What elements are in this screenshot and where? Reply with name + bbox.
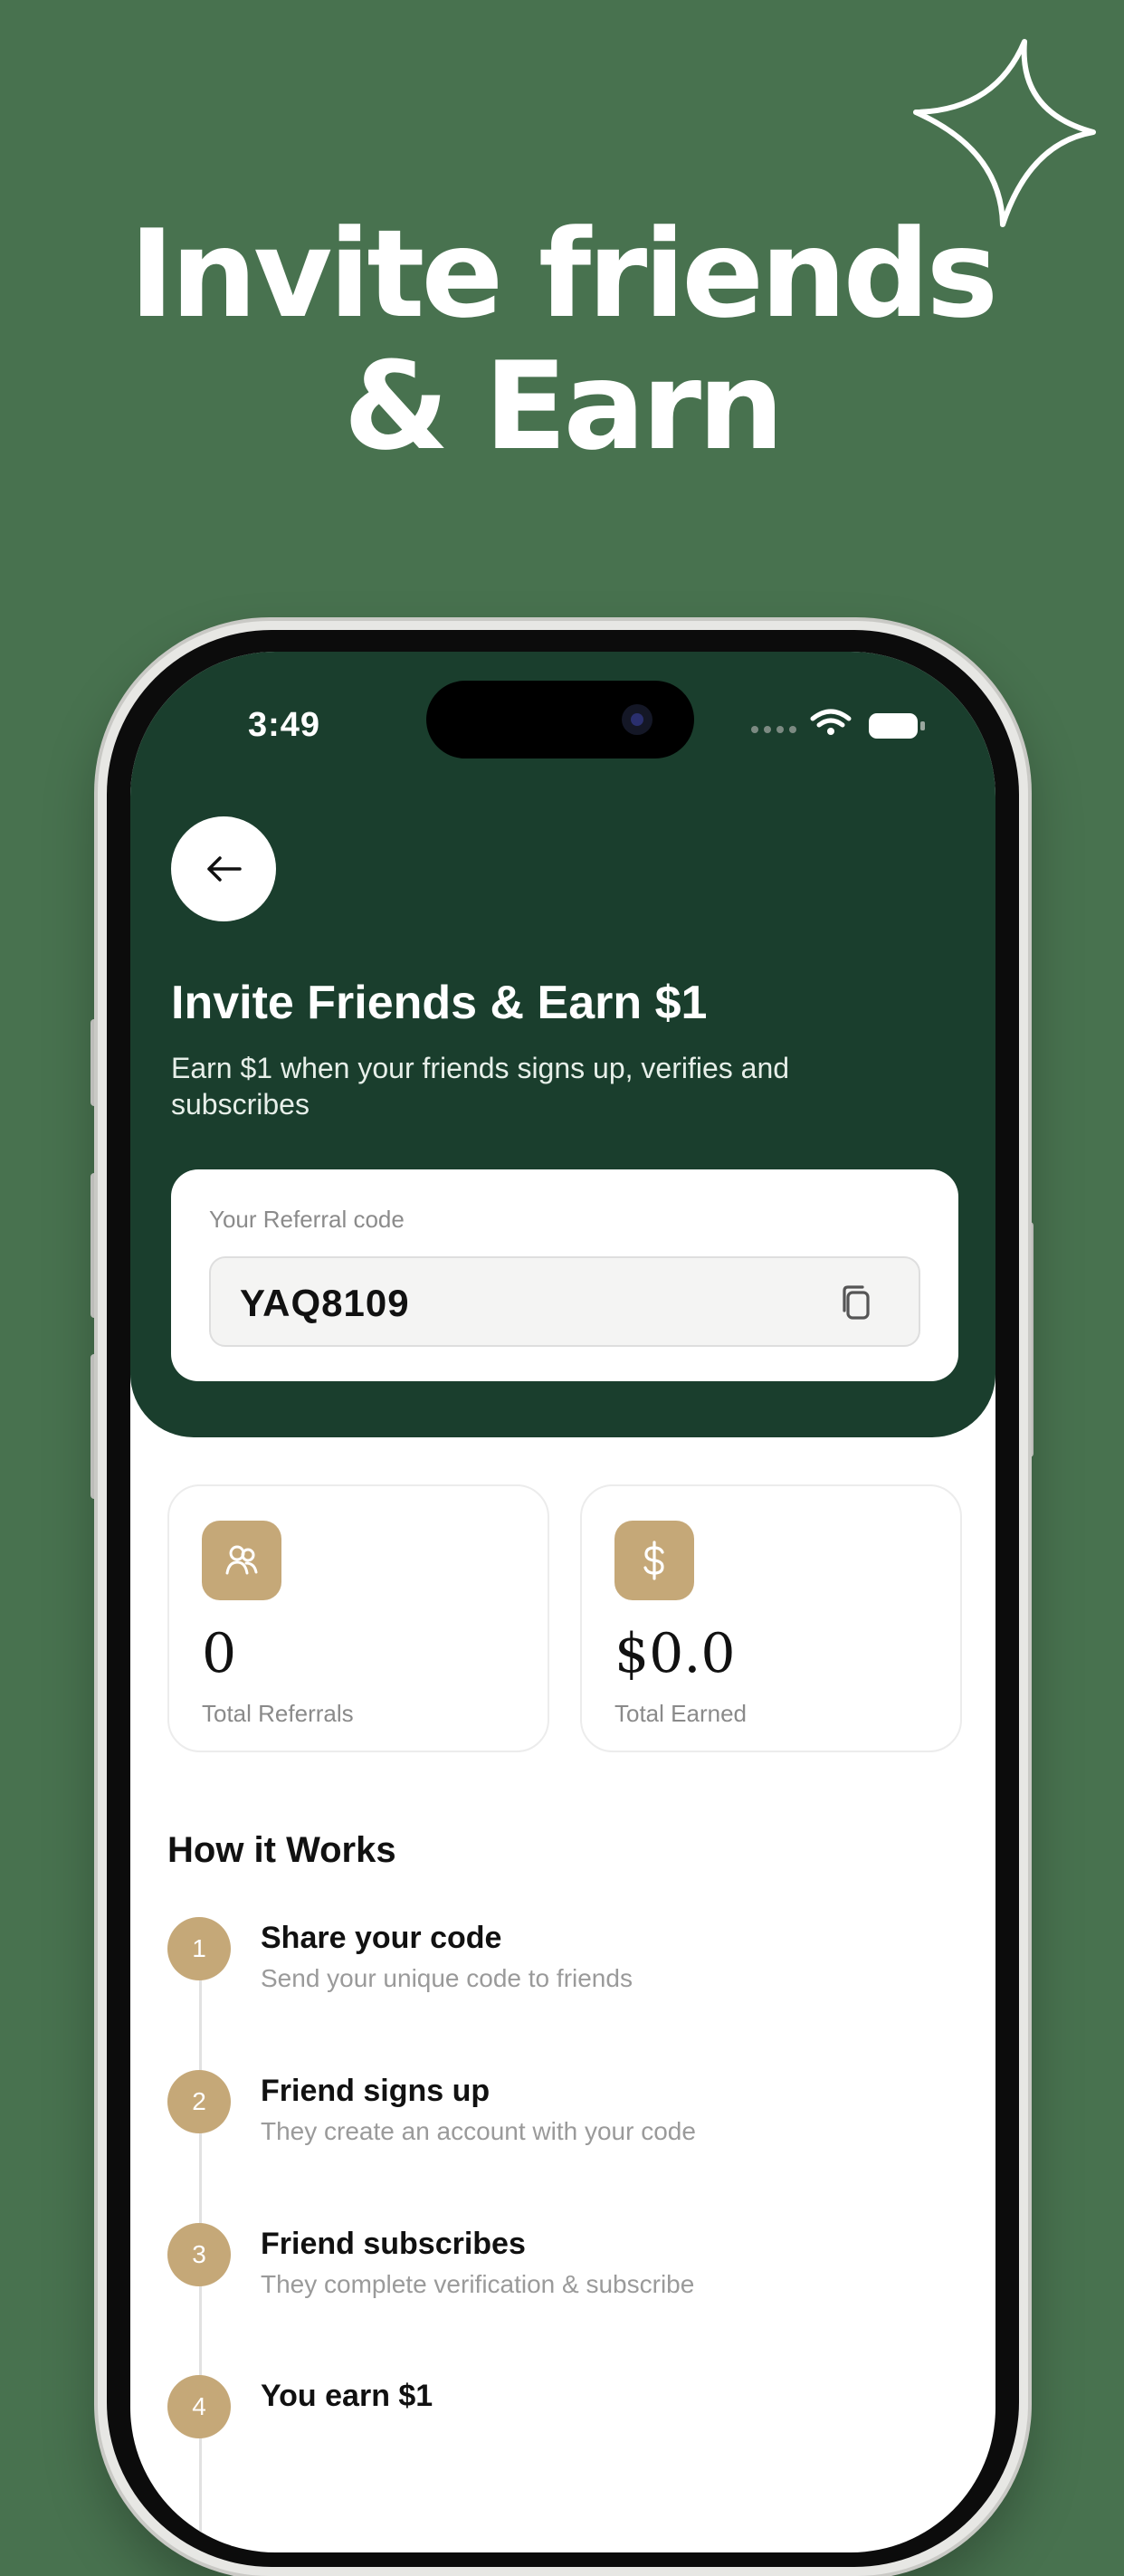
total-referrals-label: Total Referrals xyxy=(202,1700,354,1727)
step-item: 2 Friend signs up They create an account… xyxy=(167,2070,946,2179)
how-it-works-title: How it Works xyxy=(167,1830,396,1870)
referral-code-field: YAQ8109 xyxy=(209,1256,920,1347)
signal-icon xyxy=(751,726,796,733)
stat-card-referrals: 0 Total Referrals xyxy=(167,1484,549,1752)
back-button[interactable] xyxy=(171,816,276,921)
phone-volume-down-button xyxy=(90,1354,98,1499)
users-icon xyxy=(202,1521,281,1600)
step-title: Share your code xyxy=(261,1921,502,1955)
step-number: 3 xyxy=(167,2223,231,2286)
step-item: 3 Friend subscribes They complete verifi… xyxy=(167,2223,946,2332)
wifi-icon xyxy=(810,709,852,728)
promo-headline-line2: & Earn xyxy=(343,336,785,477)
phone-action-button xyxy=(90,1019,98,1106)
status-time: 3:49 xyxy=(248,706,321,744)
promo-headline: Invite friends & Earn xyxy=(0,208,1124,472)
dollar-icon xyxy=(614,1521,694,1600)
step-item: 4 You earn $1 xyxy=(167,2375,946,2484)
step-title: Friend subscribes xyxy=(261,2227,526,2261)
total-referrals-value: 0 xyxy=(202,1622,237,1685)
step-title: You earn $1 xyxy=(261,2379,433,2413)
step-description: Send your unique code to friends xyxy=(261,1964,633,1992)
step-title: Friend signs up xyxy=(261,2074,491,2108)
sparkle-icon xyxy=(913,39,1096,227)
stat-card-earned: $0.0 Total Earned xyxy=(580,1484,962,1752)
battery-icon xyxy=(869,713,925,739)
dynamic-island xyxy=(426,681,694,758)
page-title: Invite Friends & Earn $1 xyxy=(171,977,708,1029)
step-description: They complete verification & subscribe xyxy=(261,2270,695,2298)
status-icons xyxy=(751,709,925,739)
page-subtitle: Earn $1 when your friends signs up, veri… xyxy=(171,1052,790,1121)
total-earned-label: Total Earned xyxy=(614,1700,747,1727)
copy-icon[interactable] xyxy=(833,1280,881,1327)
referral-code: YAQ8109 xyxy=(240,1282,410,1324)
phone-screen: 3:49 Invite Friends & Earn $1 Earn $1 wh… xyxy=(130,652,995,2552)
referral-card: Your Referral code YAQ8109 xyxy=(171,1169,958,1381)
step-number: 1 xyxy=(167,1917,231,1980)
arrow-left-icon xyxy=(207,856,242,882)
step-number: 2 xyxy=(167,2070,231,2133)
referral-label: Your Referral code xyxy=(209,1206,405,1233)
step-description: They create an account with your code xyxy=(261,2117,696,2145)
front-camera xyxy=(622,704,652,735)
hero-section: 3:49 Invite Friends & Earn $1 Earn $1 wh… xyxy=(130,652,995,1437)
step-number: 4 xyxy=(167,2375,231,2438)
total-earned-value: $0.0 xyxy=(614,1622,736,1685)
step-item: 1 Share your code Send your unique code … xyxy=(167,1917,946,2026)
phone-volume-up-button xyxy=(90,1173,98,1318)
